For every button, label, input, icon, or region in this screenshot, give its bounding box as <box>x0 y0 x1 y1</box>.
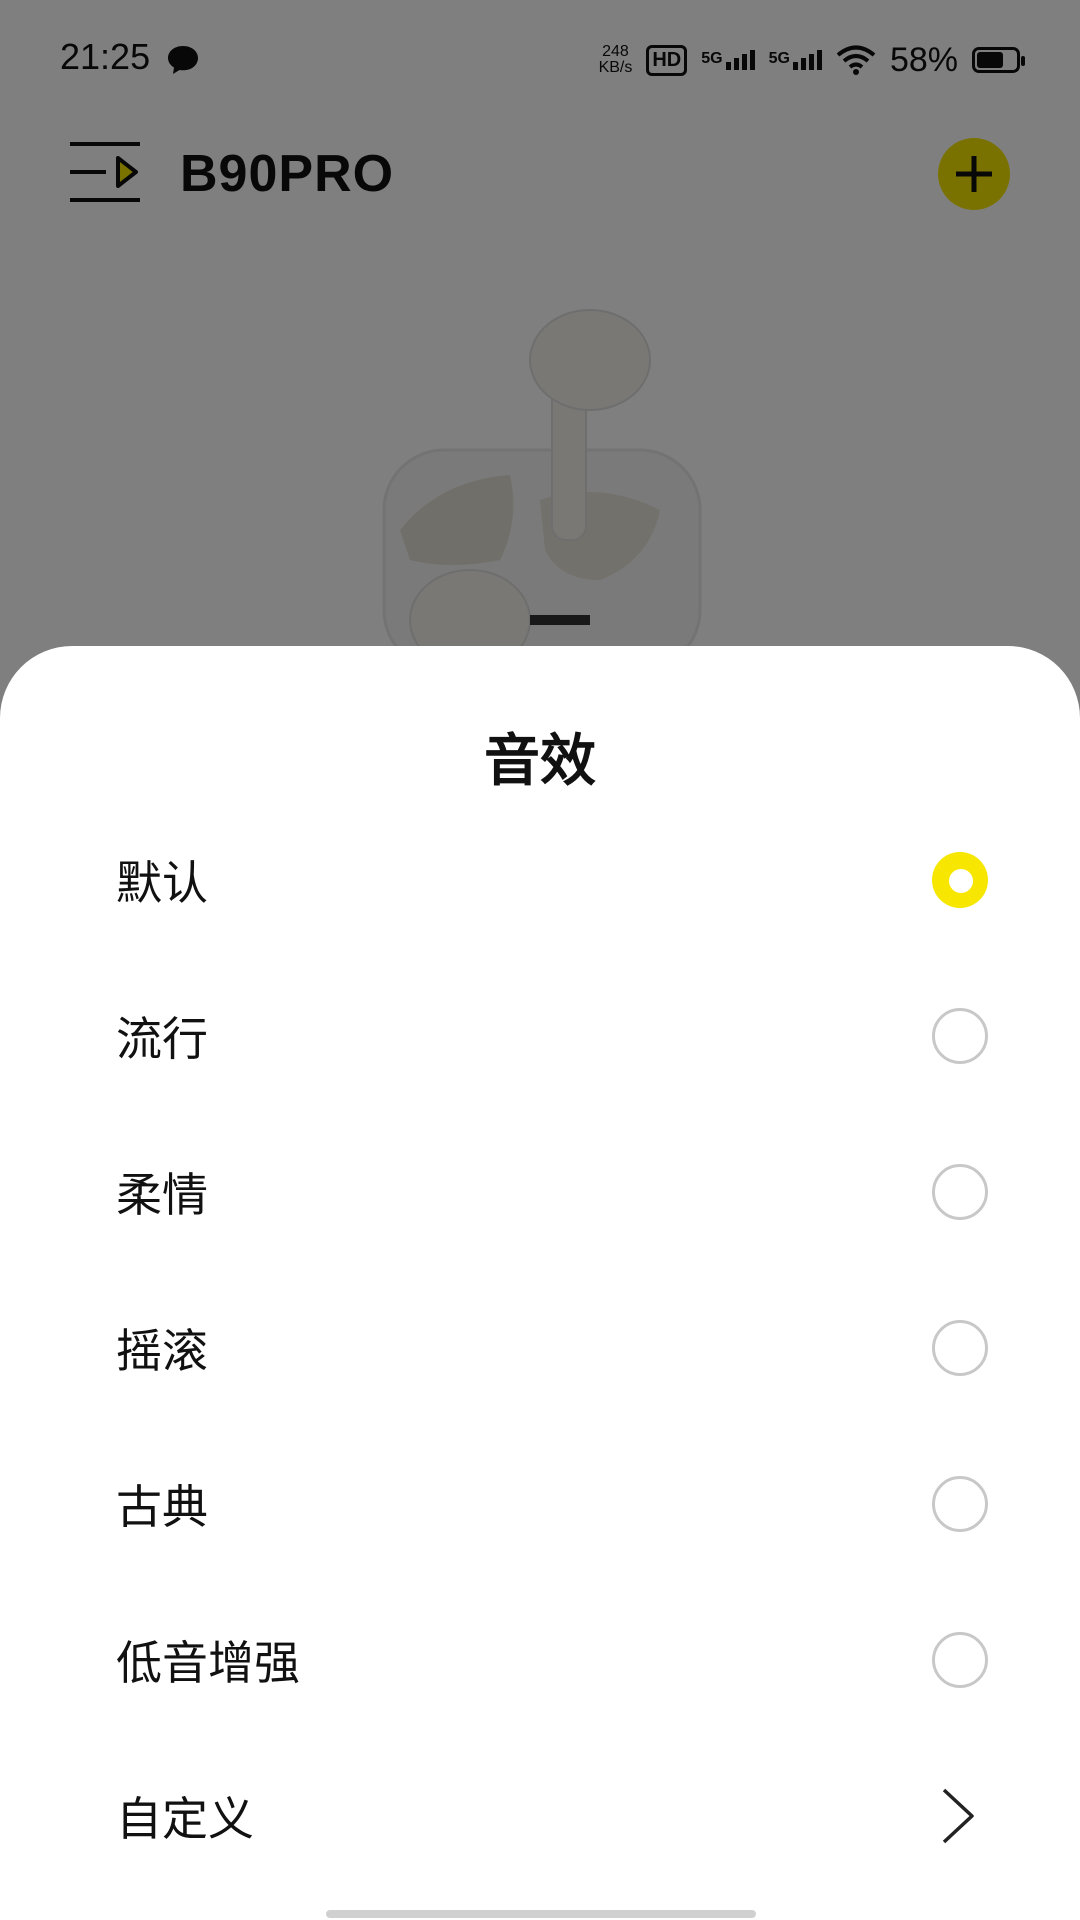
option-rock[interactable]: 摇滚 <box>0 1270 1080 1426</box>
radio-selected-icon[interactable] <box>932 852 988 908</box>
option-label: 摇滚 <box>116 1324 208 1378</box>
option-custom[interactable]: 自定义 <box>0 1738 1080 1894</box>
radio-icon[interactable] <box>932 1632 988 1688</box>
radio-icon[interactable] <box>932 1476 988 1532</box>
option-label: 流行 <box>116 1012 208 1066</box>
option-classical[interactable]: 古典 <box>0 1426 1080 1582</box>
option-label: 默认 <box>116 856 208 910</box>
option-soft[interactable]: 柔情 <box>0 1114 1080 1270</box>
option-pop[interactable]: 流行 <box>0 958 1080 1114</box>
home-indicator[interactable] <box>326 1910 756 1918</box>
radio-icon[interactable] <box>932 1320 988 1376</box>
sound-effect-sheet: 音效 默认 流行 柔情 摇滚 古典 低音增强 自定义 <box>0 646 1080 1920</box>
radio-icon[interactable] <box>932 1164 988 1220</box>
option-label: 低音增强 <box>116 1636 300 1690</box>
chevron-right-icon <box>942 1788 974 1844</box>
option-label: 自定义 <box>116 1792 254 1846</box>
option-label: 柔情 <box>116 1168 208 1222</box>
option-default[interactable]: 默认 <box>0 802 1080 958</box>
option-bass-boost[interactable]: 低音增强 <box>0 1582 1080 1738</box>
radio-icon[interactable] <box>932 1008 988 1064</box>
option-label: 古典 <box>116 1480 208 1534</box>
sheet-title: 音效 <box>484 729 596 794</box>
